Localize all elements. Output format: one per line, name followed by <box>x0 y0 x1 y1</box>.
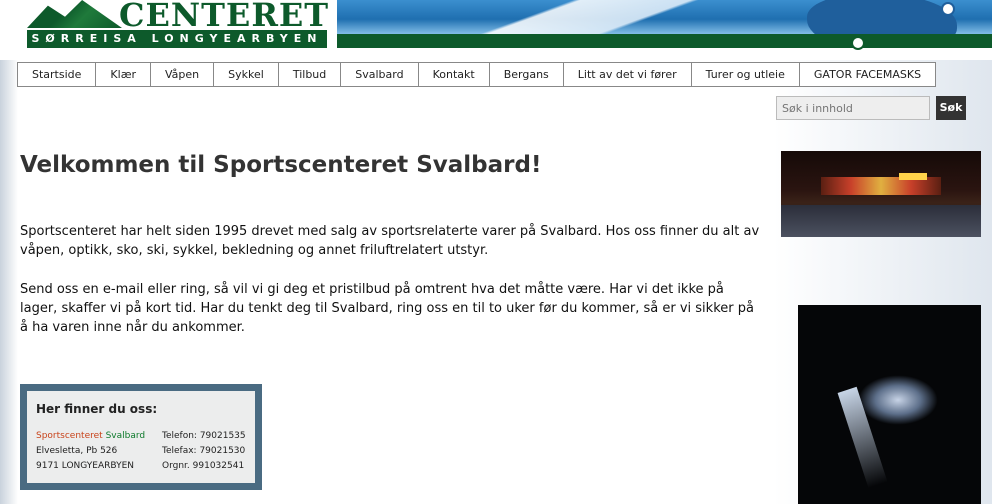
logo-title-area: CENTERET <box>27 0 328 34</box>
nav-item-litt-av-det-vi-forer[interactable]: Litt av det vi fører <box>564 63 692 86</box>
site-header: CENTERET SØRREISA LONGYEARBYEN <box>0 0 992 60</box>
store-night-photo <box>781 151 981 237</box>
nav-item-gator-facemasks[interactable]: GATOR FACEMASKS <box>800 63 935 86</box>
search-input[interactable] <box>776 96 930 120</box>
mountain-logo-icon <box>27 0 122 28</box>
mountain-glow <box>858 375 938 425</box>
map-location-marker-icon <box>941 2 955 16</box>
left-edge-shade <box>0 60 18 504</box>
nav-item-bergans[interactable]: Bergans <box>490 63 564 86</box>
contact-heading: Her finner du oss: <box>36 402 158 416</box>
contact-org-number: Orgnr. 991032541 <box>162 461 245 471</box>
contact-phone: Telefon: 79021535 <box>162 431 246 441</box>
contact-fax: Telefax: 79021530 <box>162 446 246 456</box>
headlamp-advert-image[interactable] <box>798 305 981 504</box>
nav-item-turer-og-utleie[interactable]: Turer og utleie <box>692 63 800 86</box>
snow-ground <box>781 205 981 237</box>
logo-subtitle: SØRREISA LONGYEARBYEN <box>27 30 327 48</box>
company-name-part1: Sportscenteret <box>36 431 103 441</box>
contact-address-line2: 9171 LONGYEARBYEN <box>36 461 134 471</box>
contact-address-line1: Elvesletta, Pb 526 <box>36 446 118 456</box>
nav-item-kontakt[interactable]: Kontakt <box>419 63 490 86</box>
intro-paragraph: Sportscenteret har helt siden 1995 dreve… <box>20 224 760 258</box>
nav-item-vapen[interactable]: Våpen <box>151 63 215 86</box>
company-name-part2: Svalbard <box>105 431 146 441</box>
banner-green-bar <box>337 34 992 48</box>
nav-item-klaer[interactable]: Klær <box>96 63 152 86</box>
contact-box-inner: Her finner du oss: Sportscenteret Svalba… <box>27 391 255 483</box>
site-logo[interactable]: CENTERET SØRREISA LONGYEARBYEN <box>27 0 328 48</box>
nav-item-svalbard[interactable]: Svalbard <box>341 63 419 86</box>
main-navigation: Startside Klær Våpen Sykkel Tilbud Svalb… <box>17 62 937 87</box>
contact-company-name: Sportscenteret Svalbard <box>36 431 145 441</box>
map-location-marker-icon <box>851 36 865 50</box>
page-title: Velkommen til Sportscenteret Svalbard! <box>20 152 542 178</box>
nav-item-sykkel[interactable]: Sykkel <box>214 63 279 86</box>
logo-title: CENTERET <box>119 0 330 34</box>
search-button[interactable]: Søk <box>936 96 966 120</box>
nav-item-startside[interactable]: Startside <box>18 63 97 86</box>
store-sign <box>899 173 927 180</box>
contact-paragraph: Send oss en e-mail eller ring, så vil vi… <box>20 282 754 335</box>
contact-box: Her finner du oss: Sportscenteret Svalba… <box>20 384 262 490</box>
nav-item-tilbud[interactable]: Tilbud <box>279 63 342 86</box>
